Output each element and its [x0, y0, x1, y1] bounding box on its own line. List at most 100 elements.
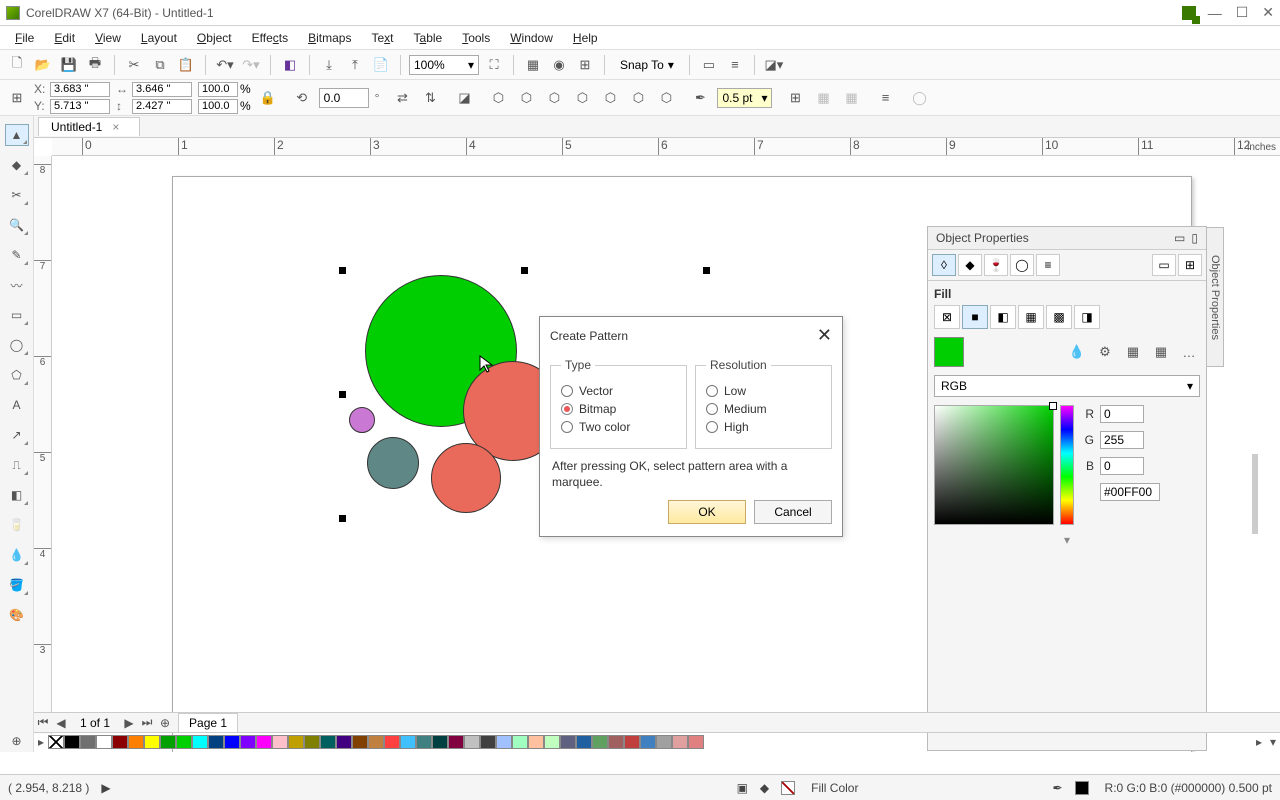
maximize-button[interactable]: ☐: [1236, 4, 1249, 21]
app-launcher-button[interactable]: ≡: [724, 54, 746, 76]
uniform-fill-button[interactable]: ■: [962, 305, 988, 329]
palette-swatch[interactable]: [272, 735, 288, 749]
snap-to-dropdown[interactable]: Snap To▾: [613, 55, 681, 75]
horizontal-ruler[interactable]: 0 1 2 3 4 5 6 7 8 9 10 11 12: [52, 138, 1280, 156]
palette-swatch[interactable]: [368, 735, 384, 749]
freehand-tool[interactable]: ✎: [5, 244, 29, 266]
text-tool[interactable]: A: [5, 394, 29, 416]
play-icon[interactable]: ▶: [101, 781, 110, 795]
palette-scroll-icon[interactable]: ▾: [1266, 735, 1280, 749]
palette-swatch[interactable]: [256, 735, 272, 749]
type-vector-radio[interactable]: Vector: [561, 384, 676, 398]
weld-button[interactable]: ⬡: [487, 87, 509, 109]
nav-prev-icon[interactable]: ◀: [52, 716, 70, 730]
palette-swatch[interactable]: [240, 735, 256, 749]
palette-swatch[interactable]: [176, 735, 192, 749]
palette-swatch[interactable]: [448, 735, 464, 749]
smart-fill-tool[interactable]: 🎨: [5, 604, 29, 626]
palette-swatch[interactable]: [128, 735, 144, 749]
palette-swatch[interactable]: [496, 735, 512, 749]
menu-effects[interactable]: Effects: [243, 29, 297, 47]
menu-file[interactable]: File: [6, 29, 43, 47]
shape-tool[interactable]: ◆: [5, 154, 29, 176]
res-medium-radio[interactable]: Medium: [706, 402, 821, 416]
color-field[interactable]: [934, 405, 1054, 525]
height-input[interactable]: [132, 99, 192, 114]
palette-swatch[interactable]: [320, 735, 336, 749]
nav-first-icon[interactable]: ⏮: [34, 715, 52, 730]
no-color-swatch[interactable]: [48, 735, 64, 749]
palette-swatch[interactable]: [656, 735, 672, 749]
res-high-radio[interactable]: High: [706, 420, 821, 434]
menu-bitmaps[interactable]: Bitmaps: [299, 29, 360, 47]
polygon-tool[interactable]: ⬠: [5, 364, 29, 386]
menu-tools[interactable]: Tools: [453, 29, 499, 47]
nav-last-icon[interactable]: ⏭: [138, 715, 156, 730]
sliders-icon[interactable]: ⚙: [1094, 341, 1116, 363]
palette-swatch[interactable]: [160, 735, 176, 749]
page-tab[interactable]: Page 1: [178, 713, 238, 733]
to-front-of-layer-button[interactable]: ◪: [453, 87, 475, 109]
close-button[interactable]: ✕: [1262, 4, 1274, 21]
wrap-text-button[interactable]: ⊞: [784, 87, 806, 109]
open-button[interactable]: 📂: [32, 54, 54, 76]
panel-collapse-icon[interactable]: ▯: [1191, 231, 1198, 245]
redo-button[interactable]: ↷▾: [240, 54, 262, 76]
eyedropper-tool[interactable]: 💧: [5, 544, 29, 566]
dock-button[interactable]: ◪▾: [763, 54, 785, 76]
hue-slider[interactable]: [1060, 405, 1074, 525]
palette-swatch[interactable]: [464, 735, 480, 749]
undo-button[interactable]: ↶▾: [214, 54, 236, 76]
palette-menu-icon[interactable]: ▸: [34, 735, 48, 749]
type-twocolor-radio[interactable]: Two color: [561, 420, 676, 434]
tab-lock[interactable]: ▭: [1152, 254, 1176, 276]
add-page-button[interactable]: ⊕: [156, 716, 174, 730]
pattern-fill-button[interactable]: ▦: [1018, 305, 1044, 329]
cut-button[interactable]: ✂: [123, 54, 145, 76]
pos-x-input[interactable]: [50, 82, 110, 97]
palette-swatch[interactable]: [528, 735, 544, 749]
options-button[interactable]: ▭: [698, 54, 720, 76]
palette-swatch[interactable]: [208, 735, 224, 749]
palette-swatch[interactable]: [224, 735, 240, 749]
menu-view[interactable]: View: [86, 29, 130, 47]
menu-window[interactable]: Window: [501, 29, 562, 47]
zoom-tool[interactable]: 🔍: [5, 214, 29, 236]
minimize-button[interactable]: —: [1208, 5, 1222, 21]
palette-swatch[interactable]: [416, 735, 432, 749]
menu-table[interactable]: Table: [405, 29, 452, 47]
scale-x-input[interactable]: [198, 82, 238, 97]
document-tab[interactable]: Untitled-1×: [38, 117, 140, 136]
crop-tool[interactable]: ✂: [5, 184, 29, 206]
palette-swatch[interactable]: [192, 735, 208, 749]
menu-text[interactable]: Text: [362, 29, 402, 47]
new-button[interactable]: 🗋: [6, 54, 28, 76]
connector-tool[interactable]: ⎍: [5, 454, 29, 476]
eyedropper-icon[interactable]: 💧: [1066, 341, 1088, 363]
no-fill-button[interactable]: ⊠: [934, 305, 960, 329]
distribute-button[interactable]: ▦: [840, 87, 862, 109]
expand-chevron-icon[interactable]: ▾: [934, 533, 1200, 547]
palette-swatch[interactable]: [576, 735, 592, 749]
color-model-select[interactable]: RGB▾: [934, 375, 1200, 397]
align-button[interactable]: ▦: [812, 87, 834, 109]
copy-button[interactable]: ⧉: [149, 54, 171, 76]
circle-purple[interactable]: [349, 407, 375, 433]
drop-shadow-tool[interactable]: ◧: [5, 484, 29, 506]
palette-swatch[interactable]: [384, 735, 400, 749]
menu-help[interactable]: Help: [564, 29, 607, 47]
parallel-dim-tool[interactable]: ↗: [5, 424, 29, 446]
res-low-radio[interactable]: Low: [706, 384, 821, 398]
canvas[interactable]: Create Pattern ✕ Type Vector Bitmap Two …: [52, 156, 1262, 734]
show-guides-button[interactable]: ⊞: [574, 54, 596, 76]
ellipse-tool[interactable]: ◯: [5, 334, 29, 356]
palette-swatch[interactable]: [288, 735, 304, 749]
circle-teal[interactable]: [367, 437, 419, 489]
transparency-tool[interactable]: 🥛: [5, 514, 29, 536]
zoom-select[interactable]: 100%▾: [409, 55, 479, 75]
pick-tool[interactable]: ▲: [5, 124, 29, 146]
palette-swatch[interactable]: [432, 735, 448, 749]
vertical-ruler[interactable]: 8 7 6 5 4 3: [34, 156, 52, 734]
trim-button[interactable]: ⬡: [515, 87, 537, 109]
search-button[interactable]: ◧: [279, 54, 301, 76]
